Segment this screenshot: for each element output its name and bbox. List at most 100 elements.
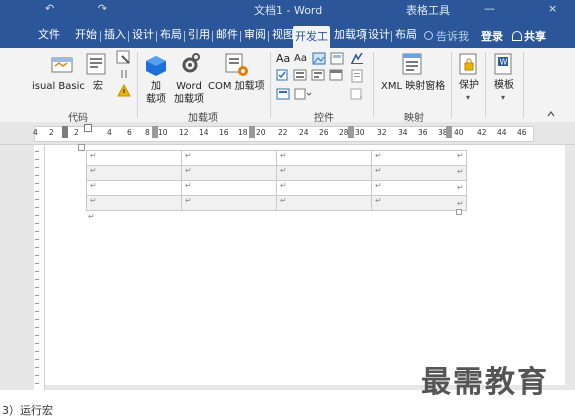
tab-file[interactable]: 文件 <box>36 25 62 45</box>
vertical-ruler-tick <box>35 351 39 352</box>
ruler-label: 20 <box>256 128 266 137</box>
ruler-label: 8 <box>145 128 150 137</box>
table-tools-label: 表格工具 <box>406 4 450 17</box>
document-table[interactable]: ↵ ↵ ↵ ↵ ↵ ↵ ↵ ↵ ↵ ↵ ↵ ↵ ↵ ↵ ↵ ↵ <box>86 150 467 211</box>
macros-button[interactable]: 宏 <box>93 80 103 93</box>
table-cell[interactable]: ↵ <box>371 150 467 166</box>
row-end-mark: ↵ <box>457 151 464 160</box>
addins-button[interactable]: 加 载项 <box>146 80 166 106</box>
ribbon: isual Basic 宏 代码 加 载项 Word 加载项 COM 加载项 加 <box>0 48 575 124</box>
share-button[interactable]: 共享 <box>512 28 546 44</box>
vertical-ruler-tick <box>35 183 39 184</box>
ruler-label: 34 <box>398 128 408 137</box>
table-cell[interactable]: ↵ <box>86 150 182 166</box>
ruler-label: 42 <box>477 128 487 137</box>
repeating-section-icon[interactable] <box>294 88 312 101</box>
document-template-icon: W <box>494 53 512 75</box>
legacy-tools-icon[interactable] <box>276 88 290 100</box>
table-resize-handle[interactable] <box>456 209 462 215</box>
tab-developer[interactable]: 开发工 <box>293 26 330 48</box>
tab-table-layout[interactable]: 布局 <box>393 25 419 45</box>
vertical-ruler-tick <box>35 279 39 280</box>
table-cell[interactable]: ↵ <box>86 195 182 211</box>
vertical-ruler-tick <box>35 207 39 208</box>
document-area: ↵ ↵ ↵ ↵ ↵ ↵ ↵ ↵ ↵ ↵ ↵ ↵ ↵ ↵ ↵ ↵ ↵ ↵ ↵ ↵ … <box>0 144 575 390</box>
com-addins-button[interactable]: COM 加载项 <box>208 80 265 93</box>
ruler-label: 24 <box>299 128 309 137</box>
tab-table-design[interactable]: 设计 <box>366 25 392 45</box>
window-title: 文档1 - Word <box>254 4 323 17</box>
ruler-label: 18 <box>238 128 248 137</box>
tab-review[interactable]: 审阅 <box>242 25 268 45</box>
tab-mailings[interactable]: 邮件 <box>214 25 240 45</box>
close-button[interactable]: × <box>548 2 557 15</box>
tab-insert[interactable]: 插入 <box>102 25 128 45</box>
quick-access-toolbar[interactable]: ↶ ↷ <box>45 2 127 15</box>
column-marker[interactable] <box>249 126 255 138</box>
tab-references[interactable]: 引用 <box>186 25 212 45</box>
com-addin-icon <box>225 53 248 76</box>
table-cell[interactable]: ↵ <box>276 150 372 166</box>
table-cell[interactable]: ↵ <box>276 195 372 211</box>
document-page[interactable]: ↵ ↵ ↵ ↵ ↵ ↵ ↵ ↵ ↵ ↵ ↵ ↵ ↵ ↵ ↵ ↵ ↵ ↵ ↵ ↵ … <box>45 144 565 385</box>
group-control-icon[interactable] <box>350 88 364 100</box>
ruler-label: 14 <box>199 128 209 137</box>
table-cell[interactable]: ↵ <box>371 195 467 211</box>
ruler-label: 40 <box>454 128 464 137</box>
indent-marker[interactable] <box>84 124 92 132</box>
table-cell[interactable]: ↵ <box>181 180 277 196</box>
login-link[interactable]: 登录 <box>481 28 503 44</box>
tab-design[interactable]: 设计 <box>130 25 156 45</box>
tell-me-box[interactable]: 告诉我 <box>424 28 469 44</box>
properties-icon[interactable] <box>350 69 364 83</box>
word-addins-button[interactable]: Word 加载项 <box>174 80 204 106</box>
table-row: ↵ ↵ ↵ ↵ <box>86 180 467 196</box>
table-cell[interactable]: ↵ <box>181 195 277 211</box>
table-cell[interactable]: ↵ <box>86 165 182 181</box>
table-cell[interactable]: ↵ <box>276 180 372 196</box>
warning-icon <box>117 84 131 97</box>
collapse-ribbon-icon[interactable] <box>547 110 555 118</box>
protect-dropdown-icon[interactable]: ▾ <box>466 91 470 104</box>
ruler-label: 46 <box>517 128 527 137</box>
vertical-ruler[interactable] <box>34 145 45 390</box>
table-cell[interactable]: ↵ <box>86 180 182 196</box>
column-marker[interactable] <box>446 126 452 138</box>
picture-control-icon[interactable] <box>312 52 326 65</box>
table-cell[interactable]: ↵ <box>181 165 277 181</box>
vertical-ruler-tick <box>35 383 39 384</box>
column-marker[interactable] <box>348 126 354 138</box>
table-row: ↵ ↵ ↵ ↵ <box>86 195 467 211</box>
svg-text:W: W <box>500 58 508 67</box>
horizontal-ruler[interactable]: 4 2 2 4 6 8 10 12 14 16 18 20 22 24 26 2… <box>0 122 575 145</box>
table-move-handle[interactable] <box>78 144 85 151</box>
checkbox-control-icon[interactable] <box>276 69 288 81</box>
vertical-ruler-tick <box>35 151 39 152</box>
table-row: ↵ ↵ ↵ ↵ <box>86 165 467 181</box>
date-picker-control-icon[interactable] <box>329 69 343 81</box>
ribbon-tabs: 文件 开始 插入 设计 布局 引用 邮件 审阅 视图 开发工 加载项 设计 布局… <box>0 22 575 48</box>
combo-box-control-icon[interactable] <box>293 69 307 81</box>
visual-basic-button[interactable]: isual Basic <box>32 80 85 93</box>
xml-mapping-pane-button[interactable]: XML 映射窗格 <box>381 80 445 93</box>
ruler-label: 2 <box>74 128 79 137</box>
templates-dropdown-icon[interactable]: ▾ <box>501 91 505 104</box>
table-cell[interactable]: ↵ <box>371 165 467 181</box>
dropdown-list-control-icon[interactable] <box>311 69 325 81</box>
xml-mapping-pane-icon <box>402 53 422 75</box>
vertical-ruler-tick <box>35 175 39 176</box>
tab-home[interactable]: 开始 <box>73 25 99 45</box>
left-margin-marker[interactable] <box>62 126 68 138</box>
table-cell[interactable]: ↵ <box>276 165 372 181</box>
ruler-label: 6 <box>127 128 132 137</box>
table-cell[interactable]: ↵ <box>181 150 277 166</box>
minimize-button[interactable]: — <box>484 2 495 15</box>
vertical-ruler-tick <box>35 167 39 168</box>
table-cell[interactable]: ↵ <box>371 180 467 196</box>
tab-layout[interactable]: 布局 <box>158 25 184 45</box>
plain-text-control[interactable]: Aa <box>294 52 307 65</box>
ruler-label: 44 <box>497 128 507 137</box>
building-block-icon[interactable] <box>330 52 344 65</box>
design-mode-icon[interactable] <box>350 51 364 65</box>
rich-text-control[interactable]: Aa <box>276 52 290 65</box>
